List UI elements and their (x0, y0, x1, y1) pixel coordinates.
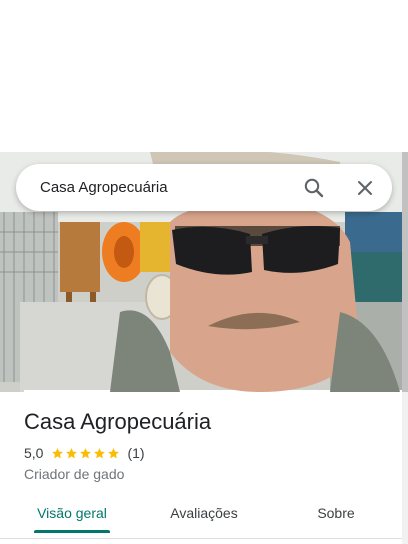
place-title: Casa Agropecuária (24, 409, 212, 434)
tabs-divider (0, 538, 402, 539)
place-category[interactable]: Criador de gado (24, 465, 124, 483)
scrollbar-thumb[interactable] (402, 152, 408, 392)
star-icon (94, 447, 106, 458)
search-icon[interactable] (302, 176, 326, 200)
search-bar[interactable] (16, 164, 392, 211)
star-icon (80, 447, 92, 458)
close-icon[interactable] (353, 176, 377, 200)
tab-about[interactable]: Sobre (296, 496, 376, 534)
star-rating (51, 447, 121, 460)
tab-reviews[interactable]: Avaliações (152, 496, 256, 534)
star-icon (108, 447, 120, 458)
review-count[interactable]: (1) (127, 444, 144, 462)
tab-overview[interactable]: Visão geral (24, 496, 120, 534)
star-icon (52, 447, 64, 458)
star-icon (66, 447, 78, 458)
rating-row[interactable]: 5,0 (1) (24, 444, 145, 462)
tab-bar: Visão geral Avaliações Sobre (0, 496, 402, 536)
search-input[interactable] (40, 172, 280, 203)
active-tab-indicator (34, 530, 110, 533)
rating-value: 5,0 (24, 445, 44, 461)
